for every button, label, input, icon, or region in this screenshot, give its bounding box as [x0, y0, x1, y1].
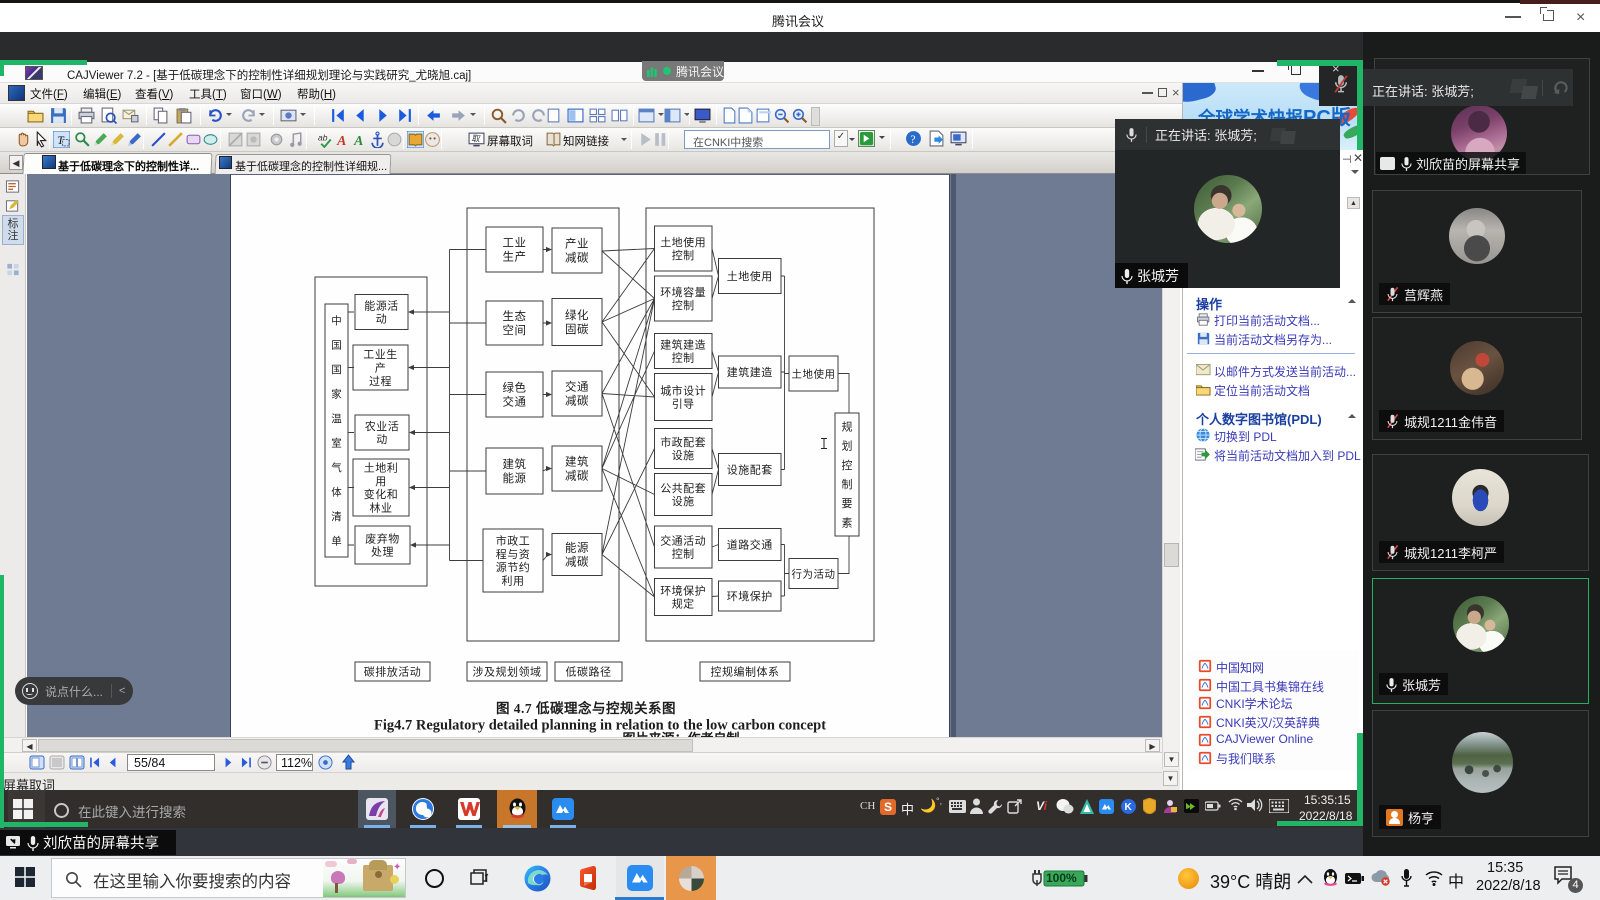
svg-text:ab: ab	[318, 133, 328, 143]
svg-text:图 4.7 低碳理念与控规关系图: 图 4.7 低碳理念与控规关系图	[496, 700, 676, 716]
svg-text:交通活动: 交通活动	[660, 533, 706, 547]
svg-text:国: 国	[331, 340, 342, 352]
svg-text:中: 中	[331, 314, 342, 327]
svg-text:环境保护: 环境保护	[660, 583, 706, 597]
svg-text:空间: 空间	[503, 323, 527, 337]
svg-text:城市设计: 城市设计	[660, 383, 706, 397]
svg-text:林业: 林业	[370, 501, 393, 515]
svg-text:交通: 交通	[565, 380, 589, 394]
svg-text:市政工: 市政工	[496, 533, 531, 547]
svg-text:减碳: 减碳	[565, 469, 589, 483]
svg-text:处理: 处理	[371, 546, 394, 559]
svg-text:工业: 工业	[503, 237, 527, 250]
svg-text:体: 体	[331, 487, 342, 499]
svg-text:用: 用	[375, 476, 387, 488]
svg-text:K: K	[1125, 802, 1133, 813]
svg-text:家: 家	[331, 388, 342, 401]
svg-text:取: 取	[471, 134, 481, 144]
svg-text:绿化: 绿化	[565, 308, 589, 322]
svg-text:土地使用: 土地使用	[727, 270, 773, 283]
svg-text:环境保护: 环境保护	[727, 589, 773, 603]
svg-text:设施: 设施	[672, 495, 695, 508]
svg-text:生产: 生产	[503, 250, 527, 264]
svg-text:控制: 控制	[672, 351, 695, 365]
svg-text:土地利: 土地利	[364, 461, 399, 474]
svg-text:规: 规	[842, 420, 853, 434]
svg-text:?: ?	[910, 133, 915, 146]
svg-text:交通: 交通	[503, 395, 527, 409]
svg-text:要: 要	[842, 497, 853, 510]
svg-text:引导: 引导	[672, 397, 695, 411]
svg-text:产: 产	[375, 361, 387, 375]
svg-text:能源: 能源	[565, 541, 589, 555]
svg-text:控制: 控制	[672, 547, 695, 561]
svg-text:低碳路径: 低碳路径	[566, 665, 612, 679]
svg-text:A: A	[336, 133, 346, 148]
svg-text:公共配套: 公共配套	[660, 482, 706, 495]
svg-text:清: 清	[331, 510, 342, 523]
svg-text:道路交通: 道路交通	[727, 538, 773, 552]
svg-text:减碳: 减碳	[565, 251, 589, 265]
svg-text:能源活: 能源活	[364, 298, 399, 312]
svg-text:素: 素	[842, 516, 853, 529]
svg-text:A: A	[353, 133, 363, 148]
svg-text:变化和: 变化和	[364, 487, 399, 501]
svg-text:设施: 设施	[672, 449, 695, 462]
svg-text:废弃物: 废弃物	[365, 531, 400, 545]
svg-text:建筑建造: 建筑建造	[660, 337, 706, 351]
svg-text:行为活动: 行为活动	[792, 567, 836, 580]
svg-text:农业活: 农业活	[365, 419, 400, 433]
svg-text:设施配套: 设施配套	[727, 464, 773, 477]
svg-text:动: 动	[376, 433, 388, 446]
svg-text:控制: 控制	[672, 248, 695, 262]
svg-text:建筑: 建筑	[503, 457, 527, 471]
svg-text:单: 单	[331, 536, 342, 548]
svg-text:程与资: 程与资	[496, 548, 531, 561]
svg-text:碳排放活动: 碳排放活动	[364, 665, 422, 679]
svg-text:生态: 生态	[503, 309, 527, 323]
svg-text:涉及规划领域: 涉及规划领域	[473, 665, 542, 679]
svg-text:建筑建造: 建筑建造	[727, 365, 773, 379]
svg-text:市政配套: 市政配套	[660, 435, 706, 449]
svg-text:源节约: 源节约	[496, 560, 531, 574]
svg-text:温: 温	[331, 413, 342, 425]
svg-text:过程: 过程	[369, 375, 392, 388]
svg-text:固碳: 固碳	[565, 322, 589, 336]
svg-text:绿色: 绿色	[503, 381, 527, 395]
svg-text:减碳: 减碳	[565, 555, 589, 569]
svg-text:控制: 控制	[672, 298, 695, 312]
svg-text:能源: 能源	[503, 471, 527, 485]
svg-text:动: 动	[376, 313, 388, 326]
svg-text:环境容量: 环境容量	[660, 285, 706, 299]
svg-text:工业生: 工业生	[363, 347, 398, 361]
svg-text:制: 制	[842, 478, 853, 491]
svg-text:土地使用: 土地使用	[792, 367, 836, 380]
svg-text:控规编制体系: 控规编制体系	[711, 665, 780, 679]
svg-text:控: 控	[842, 458, 853, 472]
svg-text:利用: 利用	[502, 575, 525, 588]
svg-text:室: 室	[331, 437, 342, 450]
svg-text:Fig4.7 Regulatory detailed pla: Fig4.7 Regulatory detailed planning in r…	[374, 718, 826, 734]
svg-text:产业: 产业	[565, 237, 589, 251]
svg-text:气: 气	[331, 461, 342, 474]
svg-text:规定: 规定	[672, 597, 695, 611]
svg-text:国: 国	[331, 364, 342, 376]
svg-text:减碳: 减碳	[565, 394, 589, 408]
svg-text:土地使用: 土地使用	[660, 236, 706, 249]
svg-text:建筑: 建筑	[565, 455, 589, 469]
svg-text:划: 划	[842, 440, 853, 453]
